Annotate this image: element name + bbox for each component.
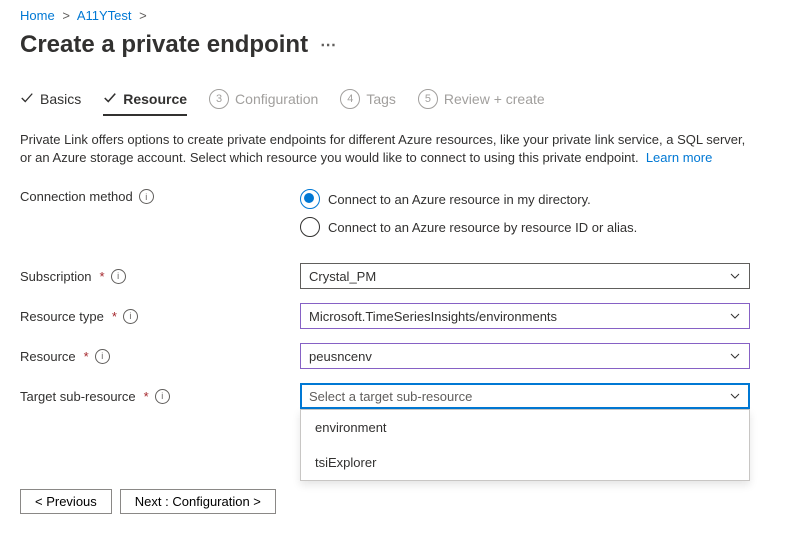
tab-review[interactable]: 5 Review + create [418, 89, 545, 117]
tab-resource[interactable]: Resource [103, 91, 187, 116]
target-sub-resource-label: Target sub-resource* i [20, 389, 300, 404]
breadcrumb-home[interactable]: Home [20, 8, 55, 23]
radio-label: Connect to an Azure resource in my direc… [328, 192, 591, 207]
breadcrumb: Home > A11YTest > [20, 8, 771, 23]
select-value: Crystal_PM [309, 269, 376, 284]
step-number-icon: 4 [340, 89, 360, 109]
next-button[interactable]: Next : Configuration > [120, 489, 276, 514]
radio-icon [300, 217, 320, 237]
target-sub-resource-dropdown: environment tsiExplorer [300, 409, 750, 481]
resource-type-label: Resource type* i [20, 309, 300, 324]
page-title: Create a private endpoint ⋯ [20, 31, 771, 59]
info-icon[interactable]: i [95, 349, 110, 364]
select-value: peusncenv [309, 349, 372, 364]
tab-configuration[interactable]: 3 Configuration [209, 89, 318, 117]
resource-label: Resource* i [20, 349, 300, 364]
subscription-label: Subscription* i [20, 269, 300, 284]
chevron-right-icon: > [139, 8, 147, 23]
info-icon[interactable]: i [123, 309, 138, 324]
radio-connect-resource-id[interactable]: Connect to an Azure resource by resource… [300, 217, 750, 237]
tab-tags[interactable]: 4 Tags [340, 89, 396, 117]
step-number-icon: 5 [418, 89, 438, 109]
step-number-icon: 3 [209, 89, 229, 109]
description-body: Private Link offers options to create pr… [20, 132, 745, 165]
more-icon[interactable]: ⋯ [320, 35, 338, 55]
learn-more-link[interactable]: Learn more [646, 150, 712, 165]
previous-button[interactable]: < Previous [20, 489, 112, 514]
select-value: Microsoft.TimeSeriesInsights/environment… [309, 309, 557, 324]
dropdown-option-environment[interactable]: environment [301, 410, 749, 445]
select-placeholder: Select a target sub-resource [309, 389, 472, 404]
check-icon [103, 91, 117, 108]
connection-method-label: Connection method i [20, 189, 300, 204]
page-title-text: Create a private endpoint [20, 31, 308, 59]
chevron-right-icon: > [62, 8, 70, 23]
chevron-down-icon [729, 310, 741, 322]
radio-label: Connect to an Azure resource by resource… [328, 220, 637, 235]
radio-icon [300, 189, 320, 209]
tab-label: Configuration [235, 91, 318, 107]
wizard-tabs: Basics Resource 3 Configuration 4 Tags 5… [20, 89, 771, 117]
tab-label: Resource [123, 91, 187, 107]
tab-label: Review + create [444, 91, 545, 107]
tab-label: Tags [366, 91, 396, 107]
resource-type-select[interactable]: Microsoft.TimeSeriesInsights/environment… [300, 303, 750, 329]
resource-select[interactable]: peusncenv [300, 343, 750, 369]
chevron-down-icon [729, 390, 741, 402]
subscription-select[interactable]: Crystal_PM [300, 263, 750, 289]
breadcrumb-level1[interactable]: A11YTest [77, 8, 132, 23]
tab-basics[interactable]: Basics [20, 91, 81, 116]
radio-connect-directory[interactable]: Connect to an Azure resource in my direc… [300, 189, 750, 209]
chevron-down-icon [729, 350, 741, 362]
info-icon[interactable]: i [139, 189, 154, 204]
description-text: Private Link offers options to create pr… [20, 131, 760, 167]
dropdown-option-tsiexplorer[interactable]: tsiExplorer [301, 445, 749, 480]
target-sub-resource-select[interactable]: Select a target sub-resource [300, 383, 750, 409]
info-icon[interactable]: i [111, 269, 126, 284]
tab-label: Basics [40, 91, 81, 107]
info-icon[interactable]: i [155, 389, 170, 404]
chevron-down-icon [729, 270, 741, 282]
check-icon [20, 91, 34, 108]
